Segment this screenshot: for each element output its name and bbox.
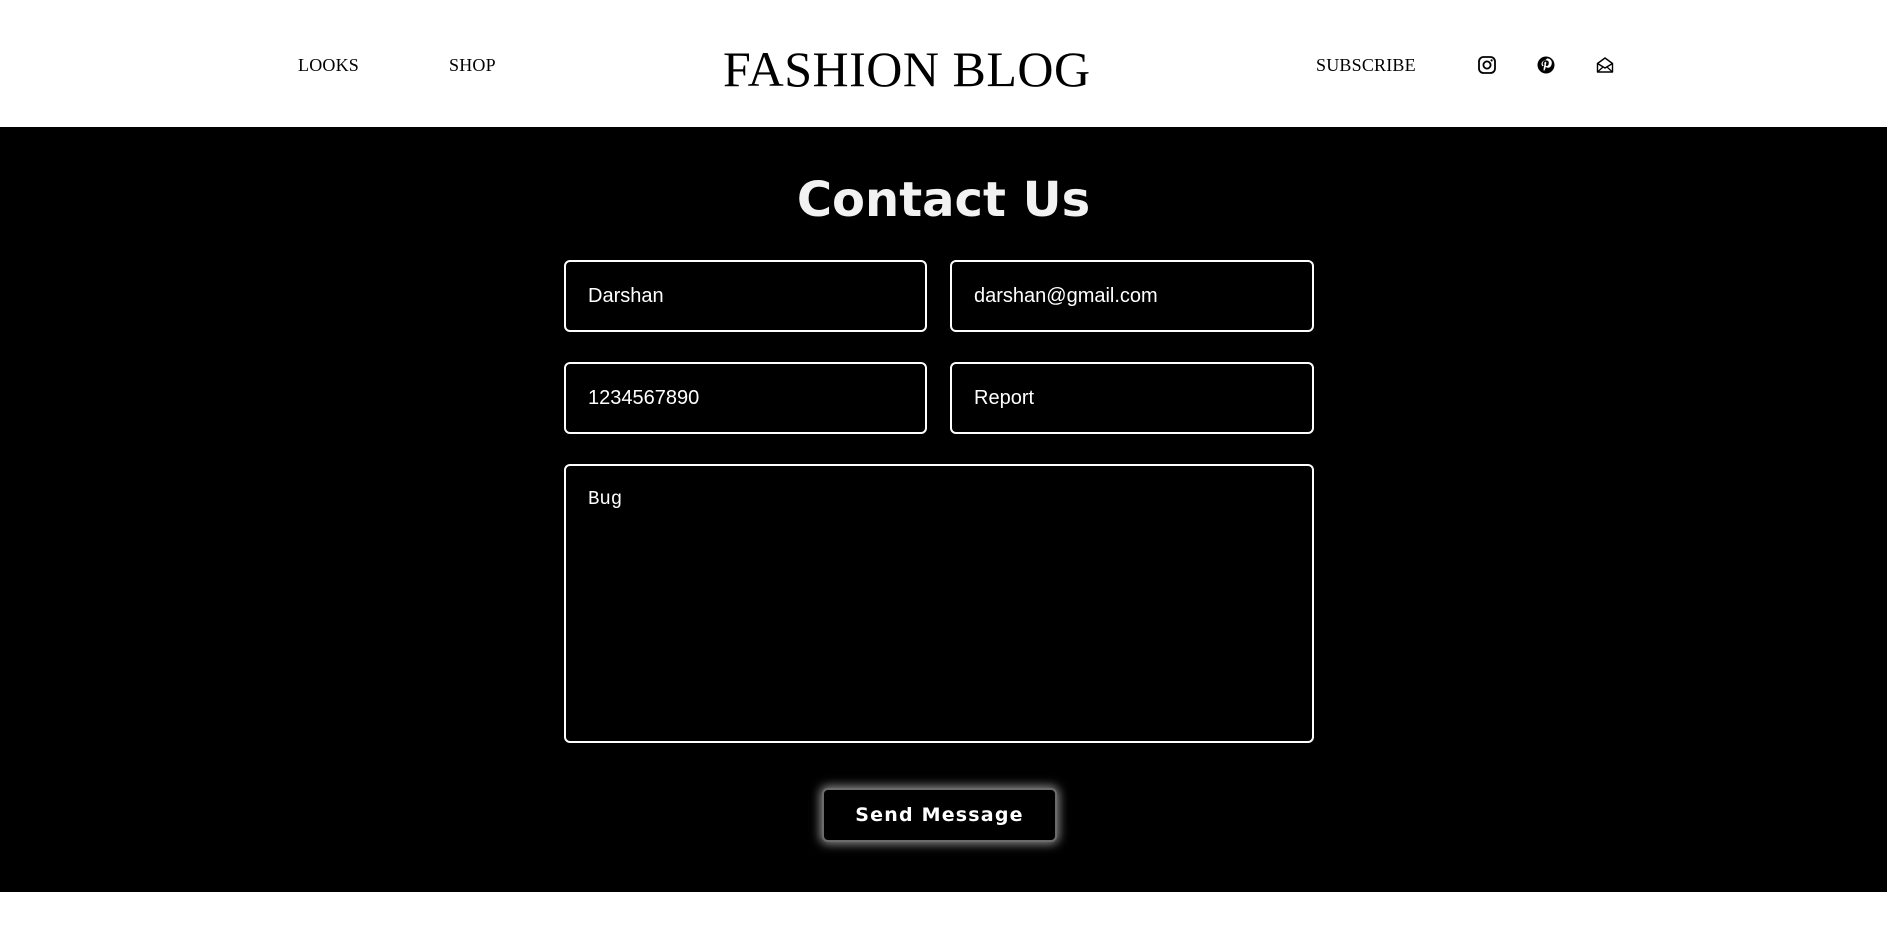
nav-subscribe-link[interactable]: SUBSCRIBE xyxy=(1316,55,1416,76)
nav-looks-link[interactable]: LOOKS xyxy=(298,55,359,76)
pinterest-icon[interactable] xyxy=(1536,55,1556,75)
mail-icon[interactable] xyxy=(1595,55,1615,75)
nav-shop-link[interactable]: SHOP xyxy=(449,55,496,76)
phone-field[interactable] xyxy=(564,362,927,434)
contact-section: Contact Us Bug Send Message xyxy=(0,127,1887,892)
site-header: LOOKS SHOP FASHION BLOG SUBSCRIBE xyxy=(0,0,1887,127)
send-message-button[interactable]: Send Message xyxy=(822,788,1057,842)
contact-title: Contact Us xyxy=(796,172,1091,228)
instagram-icon[interactable] xyxy=(1477,55,1497,75)
name-field[interactable] xyxy=(564,260,927,332)
subject-field[interactable] xyxy=(950,362,1314,434)
email-field[interactable] xyxy=(950,260,1314,332)
site-logo[interactable]: FASHION BLOG xyxy=(723,40,1091,98)
message-field[interactable]: Bug xyxy=(564,464,1314,743)
